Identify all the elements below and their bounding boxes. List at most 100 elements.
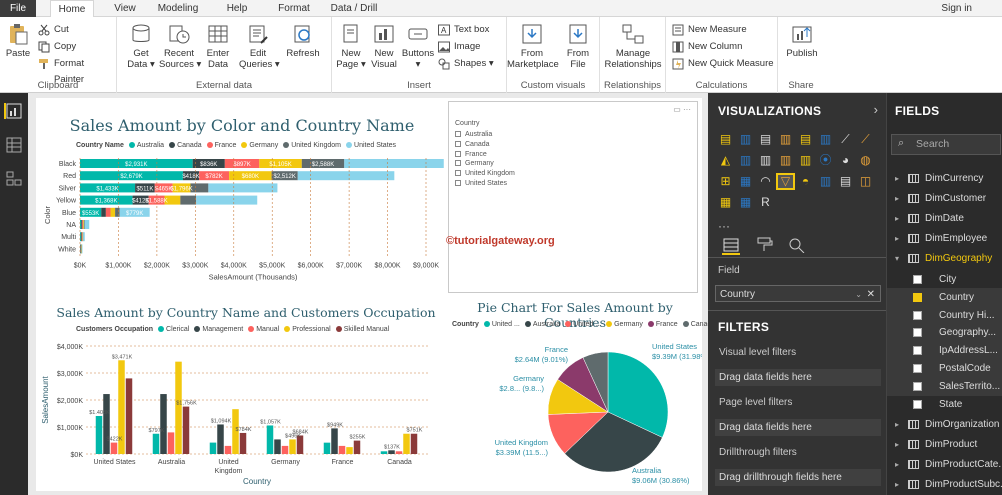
legend-item[interactable]: Clerical xyxy=(158,326,189,333)
legend-item[interactable]: Professional xyxy=(284,326,331,333)
visual-type-icon[interactable]: ⟋ xyxy=(838,133,853,146)
legend-item[interactable]: Skilled Manual xyxy=(335,326,389,333)
slicer-item[interactable]: Germany xyxy=(455,159,494,168)
analytics-magnifier-icon[interactable] xyxy=(788,237,806,256)
new-page-button[interactable]: New Page ▾ xyxy=(336,23,366,70)
legend-item[interactable]: United States xyxy=(346,142,396,149)
country-field-well[interactable]: Country ⌄ ✕ xyxy=(715,285,881,302)
edit-queries-button[interactable]: Edit Queries ▾ xyxy=(239,23,280,70)
format-paint-roller-icon[interactable] xyxy=(756,237,774,256)
from-marketplace-button[interactable]: From Marketplace xyxy=(507,23,559,70)
field-checkbox[interactable] xyxy=(913,364,922,373)
new-quick-measure-button[interactable]: New Quick Measure xyxy=(672,56,774,72)
expand-chevron-icon[interactable]: ▸ xyxy=(895,229,899,248)
more-visuals-icon[interactable]: ··· xyxy=(718,219,730,233)
field-checkbox[interactable] xyxy=(913,346,922,356)
visual-type-icon[interactable]: ◓ xyxy=(798,175,813,188)
tab-home[interactable]: Home xyxy=(50,0,94,18)
paste-button[interactable]: Paste xyxy=(4,23,32,59)
expand-chevron-icon[interactable]: ▸ xyxy=(895,169,899,188)
visual-type-icon[interactable]: ▥ xyxy=(818,133,833,146)
field-column[interactable]: City xyxy=(887,270,1002,289)
visual-type-icon[interactable]: ⦿ xyxy=(818,154,833,167)
field-checkbox[interactable] xyxy=(913,275,922,284)
focus-mode-icon[interactable]: ▭ ··· xyxy=(673,105,691,114)
visual-type-icon[interactable]: ▥ xyxy=(738,133,753,146)
legend-item[interactable]: Canada xyxy=(169,142,202,149)
visual-type-icon[interactable]: ◭ xyxy=(718,154,733,167)
field-checkbox[interactable] xyxy=(913,310,922,320)
legend-item[interactable]: Australia xyxy=(128,142,164,149)
visual-type-icon[interactable]: ◕ xyxy=(838,154,853,167)
field-column[interactable]: IpAddressL... xyxy=(887,341,1002,361)
visual-type-icon[interactable]: ▤ xyxy=(838,175,853,188)
legend-item[interactable]: France xyxy=(206,142,236,149)
new-measure-button[interactable]: New Measure xyxy=(672,22,747,38)
field-table[interactable]: ▸ DimProductCate... xyxy=(887,455,1002,474)
field-table[interactable]: ▾ DimGeography xyxy=(887,249,1002,268)
cut-button[interactable]: Cut xyxy=(38,22,69,38)
legend-item[interactable]: Australia xyxy=(524,321,560,328)
tab-format[interactable]: Format xyxy=(272,0,316,17)
enter-data-button[interactable]: Enter Data xyxy=(203,23,233,70)
recent-sources-button[interactable]: Recent Sources ▾ xyxy=(159,23,201,70)
slicer-checkbox[interactable] xyxy=(455,170,461,177)
collapse-chevron-icon[interactable]: ▾ xyxy=(895,249,899,268)
slicer-item[interactable]: United States xyxy=(455,179,507,188)
field-table[interactable]: ▸ DimEmployee xyxy=(887,229,1002,248)
refresh-button[interactable]: Refresh xyxy=(285,23,321,59)
format-painter-button[interactable]: Format Painter xyxy=(38,56,116,85)
visual-type-icon[interactable]: ⟋ xyxy=(858,133,873,146)
visual-type-icon[interactable]: ▤ xyxy=(798,133,813,146)
expand-chevron-icon[interactable]: ▸ xyxy=(895,189,899,208)
bar-chart[interactable]: Black Red Silver Yellow Blue NA Multi White $2,9… xyxy=(36,153,444,293)
visual-type-icon[interactable]: ▥ xyxy=(778,154,793,167)
slicer-item[interactable]: Australia xyxy=(455,130,492,139)
field-table[interactable]: ▸ DimCurrency xyxy=(887,169,1002,188)
visual-type-icon[interactable]: R xyxy=(758,196,773,209)
legend-item[interactable]: United ... xyxy=(565,321,601,328)
remove-field-icon[interactable]: ✕ xyxy=(867,286,875,303)
expand-chevron-icon[interactable]: ▸ xyxy=(895,209,899,228)
field-checkbox[interactable] xyxy=(913,381,922,391)
fields-search-input[interactable]: ⌕ Search xyxy=(891,134,1001,155)
field-column[interactable]: State xyxy=(887,395,1002,414)
legend-item[interactable]: Germany xyxy=(241,142,278,149)
tab-data-drill[interactable]: Data / Drill xyxy=(326,0,382,17)
dropdown-chevron-icon[interactable]: ⌄ xyxy=(855,286,862,303)
slicer-checkbox[interactable] xyxy=(455,180,461,186)
legend-item[interactable]: United Kingdom xyxy=(283,142,341,149)
data-view-icon[interactable] xyxy=(6,137,22,153)
text-box-button[interactable]: A Text box xyxy=(438,22,489,38)
publish-button[interactable]: Publish xyxy=(782,23,822,59)
field-checkbox[interactable] xyxy=(913,292,922,302)
field-table[interactable]: ▸ DimCustomer xyxy=(887,189,1002,208)
field-column[interactable]: Geography... xyxy=(887,323,1002,343)
pie-chart[interactable]: United States$9.39M (31.98%) Australia$9.… xyxy=(448,332,702,491)
field-checkbox[interactable] xyxy=(913,399,922,409)
report-view-icon[interactable] xyxy=(4,103,24,119)
column-chart[interactable]: $0K $1,000K $2,000K $3,000K $4,000K United St… xyxy=(36,336,446,491)
copy-button[interactable]: Copy xyxy=(38,39,76,55)
fields-well-tab-icon[interactable] xyxy=(722,237,740,255)
sign-in-link[interactable]: Sign in xyxy=(941,0,972,17)
image-button[interactable]: Image xyxy=(438,39,480,55)
model-view-icon[interactable] xyxy=(6,171,22,187)
visual-type-icon[interactable]: ▥ xyxy=(798,154,813,167)
slicer-item[interactable]: United Kingdom xyxy=(455,169,515,178)
page-filters-drop-zone[interactable]: Drag data fields here xyxy=(715,419,881,436)
legend-item[interactable]: France xyxy=(647,321,678,328)
slicer-visual-icon[interactable]: ▽ xyxy=(776,173,795,190)
expand-chevron-icon[interactable]: ▸ xyxy=(895,435,899,454)
visual-type-icon[interactable]: ◫ xyxy=(858,175,873,188)
field-table[interactable]: ▸ DimProduct xyxy=(887,435,1002,454)
visual-type-icon[interactable]: ▤ xyxy=(758,133,773,146)
tab-view[interactable]: View xyxy=(108,0,142,17)
field-checkbox[interactable] xyxy=(913,328,922,338)
tab-modeling[interactable]: Modeling xyxy=(150,0,206,17)
visual-type-icon[interactable]: ⊞ xyxy=(718,175,733,188)
shapes-button[interactable]: Shapes ▾ xyxy=(438,56,494,72)
collapse-chevron-icon[interactable]: › xyxy=(874,102,878,117)
visual-type-icon[interactable]: ▦ xyxy=(738,175,753,188)
slicer-checkbox[interactable] xyxy=(455,150,461,157)
